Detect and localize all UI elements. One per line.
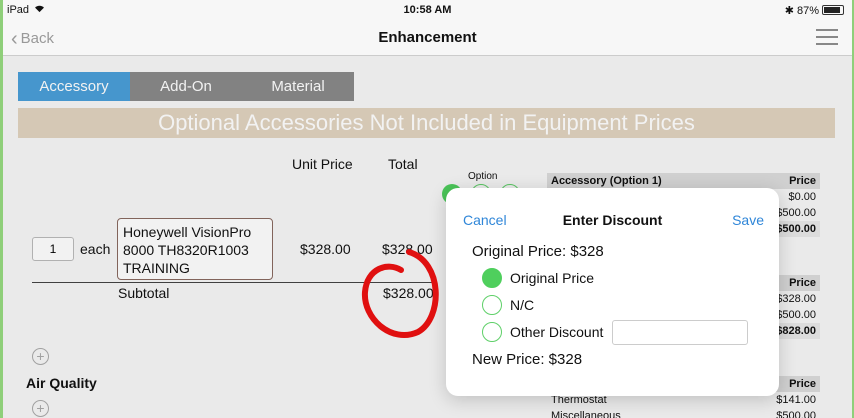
hamburger-menu-icon[interactable] — [816, 29, 838, 45]
original-price-text: Original Price: $328 — [472, 243, 604, 260]
battery-icon — [822, 5, 844, 15]
radio-label-nc: N/C — [510, 297, 535, 313]
nav-bar: ‹ Back Enhancement — [3, 20, 852, 56]
page-title: Enhancement — [378, 29, 477, 46]
battery-status: ✱ 87% — [785, 4, 844, 17]
radio-label-original-price: Original Price — [510, 270, 595, 286]
cancel-button[interactable]: Cancel — [463, 212, 507, 228]
radio-other-discount[interactable] — [482, 322, 502, 342]
new-price-text: New Price: $328 — [472, 351, 583, 368]
radio-label-other-discount: Other Discount — [510, 324, 604, 340]
radio-nc[interactable] — [482, 295, 502, 315]
other-discount-input[interactable] — [612, 320, 748, 345]
discount-dialog: Enter Discount Cancel Save Original Pric… — [446, 188, 779, 396]
clock: 10:58 AM — [403, 4, 452, 16]
app-window: iPad 10:58 AM ✱ 87% ‹ Back Enhancement Ac… — [3, 0, 852, 418]
save-button[interactable]: Save — [732, 212, 764, 228]
bluetooth-icon: ✱ — [784, 5, 794, 17]
status-bar: iPad 10:58 AM ✱ 87% — [3, 0, 852, 20]
radio-original-price[interactable] — [482, 268, 502, 288]
battery-percent: 87% — [796, 5, 819, 17]
